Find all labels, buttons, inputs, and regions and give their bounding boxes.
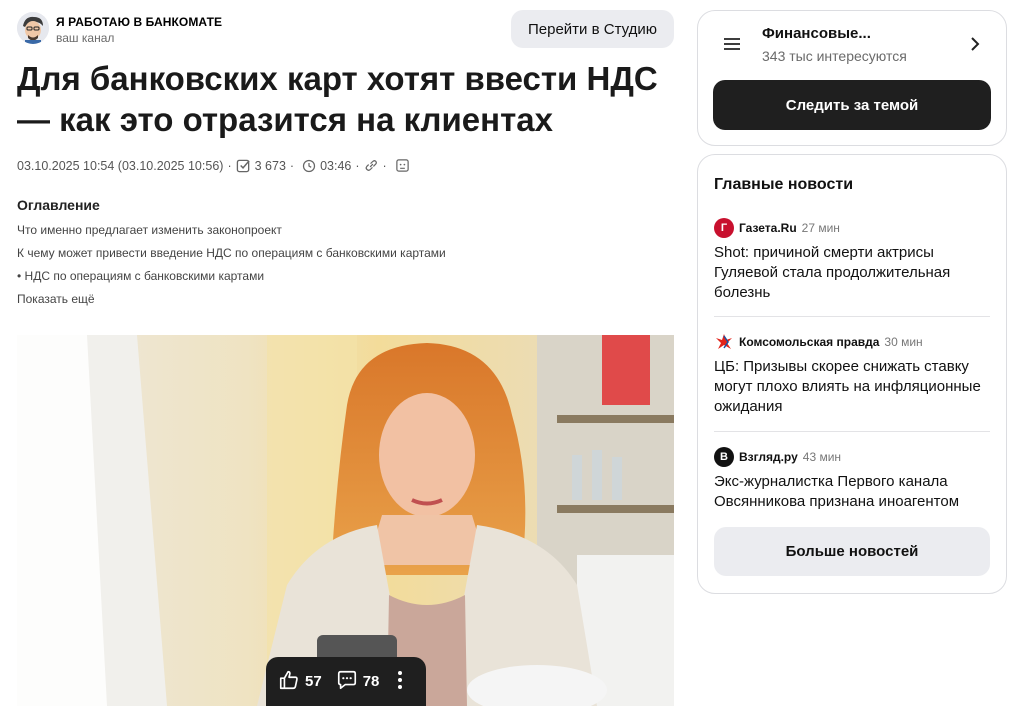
news-headline[interactable]: Экс-журналистка Первого канала Овсяннико… [714,472,984,512]
checkmark-icon [236,158,251,173]
source-name: Взгляд.ру [739,450,798,464]
more-options-icon[interactable] [397,670,403,694]
toc-item[interactable]: Что именно предлагает изменить законопро… [17,223,282,237]
topic-followers: 343 тыс интересуются [762,48,907,64]
reactions-bar: 57 78 [266,657,426,706]
meta-separator: · [227,158,232,173]
meta-separator: · [382,158,387,173]
news-headline[interactable]: ЦБ: Призывы скорее снижать ставку могут … [714,357,984,417]
toc-item[interactable]: К чему может привести введение НДС по оп… [17,246,446,260]
menu-icon[interactable] [723,37,741,56]
toc-show-more-link[interactable]: Показать ещё [17,292,95,306]
news-source[interactable]: Г Газета.Ru 27 мин [714,218,840,238]
article-meta: 03.10.2025 10:54 (03.10.2025 10:56) · 3 … [17,158,410,173]
news-source[interactable]: Комсомольская правда 30 мин [714,332,923,352]
clock-icon [302,159,316,173]
article-photo [17,335,674,706]
read-time: 03:46 [320,158,352,173]
like-button[interactable]: 57 [278,669,322,695]
vzglyad-logo-icon: В [714,447,734,467]
comments-button[interactable]: 78 [336,669,380,695]
source-name: Газета.Ru [739,221,797,235]
comment-icon [336,669,358,695]
reads-count: 3 673 [254,158,286,173]
news-headline[interactable]: Shot: причиной смерти актрисы Гуляевой с… [714,243,984,303]
channel-avatar[interactable] [17,12,49,44]
go-to-studio-button[interactable]: Перейти в Студию [511,10,674,48]
gazeta-logo-icon: Г [714,218,734,238]
news-time: 43 мин [802,450,842,464]
divider [714,316,990,317]
toc-item[interactable]: • НДС по операциям с банковскими картами [17,269,264,283]
topic-name[interactable]: Финансовые... [762,25,871,42]
channel-name[interactable]: Я РАБОТАЮ В БАНКОМАТЕ [56,15,222,29]
news-title: Главные новости [714,176,854,193]
news-source[interactable]: В Взгляд.ру 43 мин [714,447,841,467]
publish-date: 03.10.2025 10:54 (03.10.2025 10:56) [17,158,224,173]
kp-logo-icon [714,332,734,352]
chevron-right-icon[interactable] [970,36,980,57]
source-name: Комсомольская правда [739,335,880,349]
likes-count: 57 [305,673,322,690]
news-time: 27 мин [801,221,840,235]
meta-separator: · [289,158,295,173]
link-icon[interactable] [364,158,379,173]
toc-title: Оглавление [17,197,100,213]
comments-count: 78 [362,673,380,690]
article-title: Для банковских карт хотят ввести НДС — к… [17,60,658,138]
meta-separator: · [355,158,360,173]
report-icon[interactable] [395,158,410,173]
divider [714,431,990,432]
follow-topic-button[interactable]: Следить за темой [713,80,991,130]
news-time: 30 мин [884,335,923,349]
channel-subtitle: ваш канал [56,31,115,45]
more-news-button[interactable]: Больше новостей [714,527,990,576]
thumbs-up-icon [278,669,300,695]
